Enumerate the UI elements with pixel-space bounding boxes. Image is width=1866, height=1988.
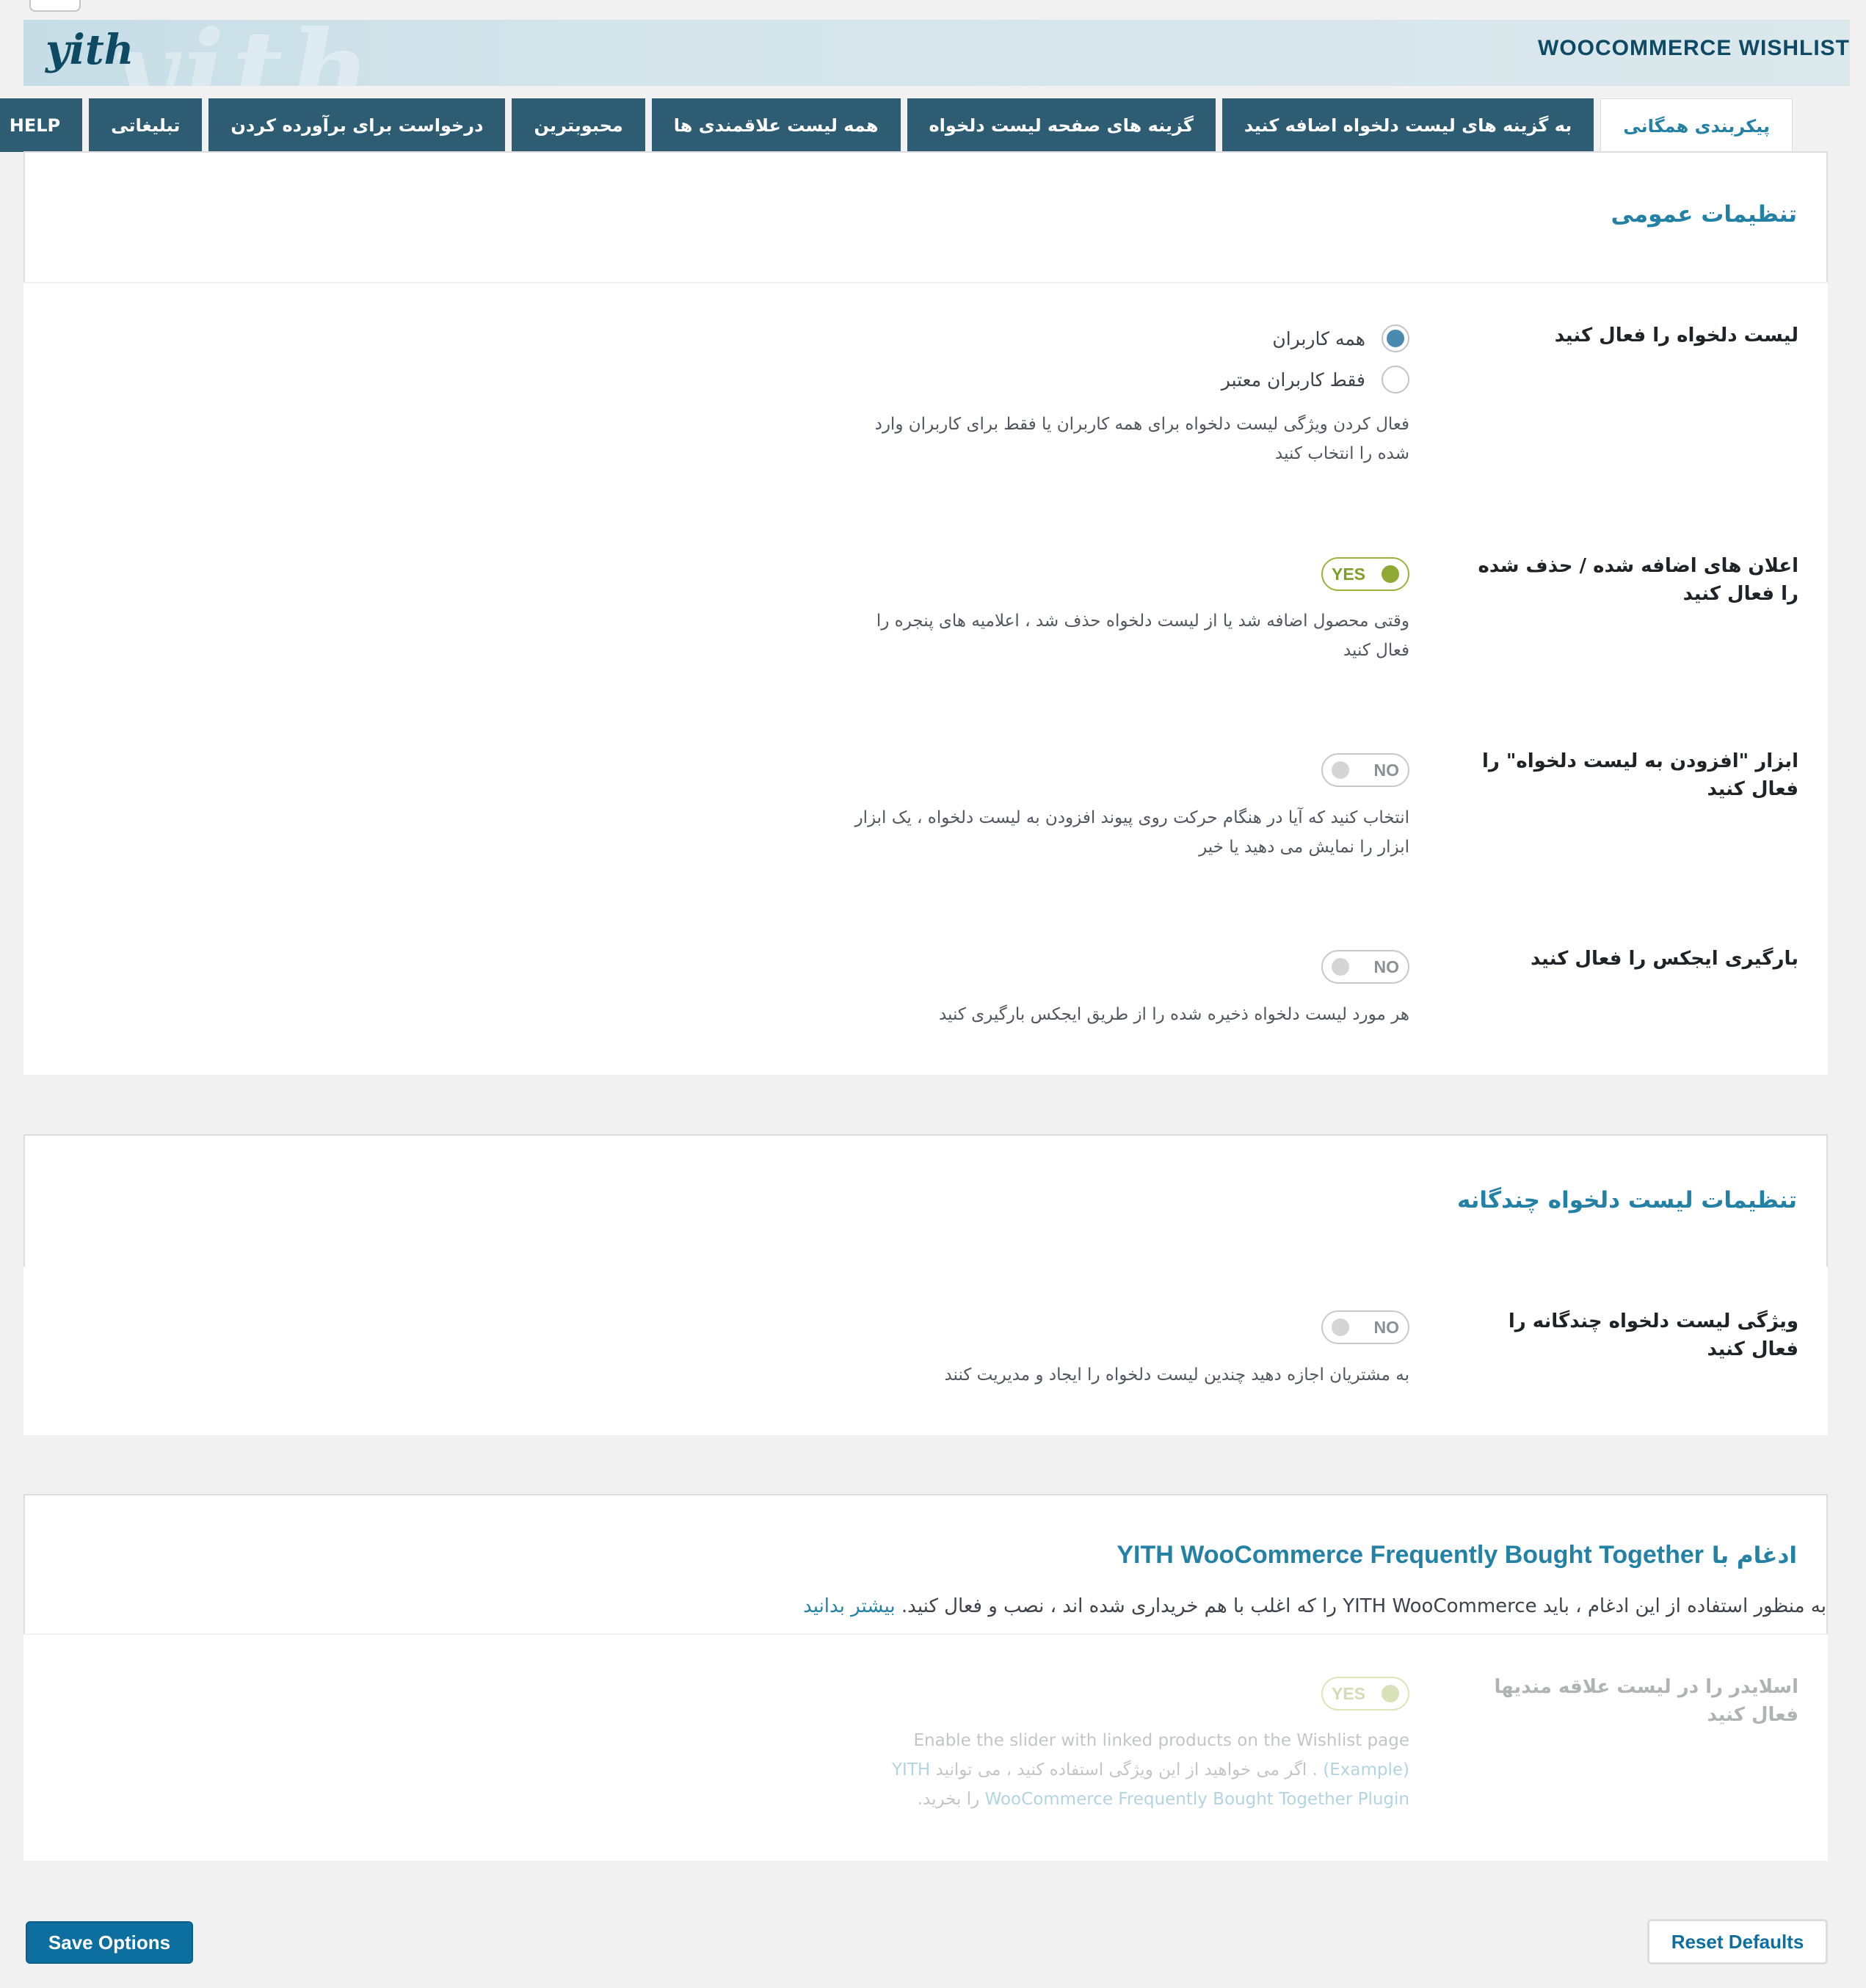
plugin-banner: yith yith WOOCOMMERCE WISHLIST [23,20,1850,86]
section-title-integration: ادغام با YITH WooCommerce Frequently Bou… [1117,1541,1797,1570]
radio-button-checked[interactable] [1382,324,1409,352]
example-link[interactable]: (Example) [1323,1760,1409,1780]
radio-logged-users[interactable]: فقط کاربران معتبر [1221,366,1409,393]
toggle-tooltip[interactable]: NO [1321,753,1409,787]
toggle-knob [1332,761,1349,779]
integration-panel: اسلایدر را در لیست علاقه مندیها فعال کنی… [23,1635,1828,1861]
toggle-knob [1332,1318,1349,1336]
general-settings-header: تنظیمات عمومی [23,151,1828,282]
toggle-knob [1382,565,1399,583]
save-options-button[interactable]: Save Options [26,1921,193,1964]
integration-title-prefix: ادغام با [1711,1542,1797,1569]
toggle-state: NO [1373,760,1400,780]
integration-intro-text: به منظور استفاده از این ادغام ، باید YIT… [901,1595,1826,1617]
tab-add-to-wishlist[interactable]: به گزینه های لیست دلخواه اضافه کنید [1221,98,1594,152]
desc-slider: Enable the slider with linked products o… [852,1726,1409,1814]
label-multi-wishlist: ویژگی لیست دلخواه چندگانه را فعال کنید [1508,1310,1798,1360]
toggle-knob [1332,958,1349,976]
radio-label-all-users: همه کاربران [1272,327,1365,349]
desc-notices: وقتی محصول اضافه شد یا از لیست دلخواه حذ… [876,612,1409,660]
integration-header: ادغام با YITH WooCommerce Frequently Bou… [23,1494,1828,1633]
tab-popular[interactable]: محبوبترین [512,98,645,152]
desc-tooltip: انتخاب کنید که آیا در هنگام حرکت روی پیو… [854,808,1409,857]
general-settings-panel: لیست دلخواه را فعال کنید همه کاربران فقط… [23,283,1828,1075]
toggle-knob [1382,1685,1399,1702]
toggle-multi-wishlist[interactable]: NO [1321,1310,1409,1344]
toggle-ajax[interactable]: NO [1321,950,1409,984]
toggle-slider[interactable]: YES [1321,1677,1409,1711]
banner-watermark: yith [112,20,378,86]
tab-all-wishlists[interactable]: همه لیست علاقمندی ها [651,98,901,152]
radio-all-users[interactable]: همه کاربران [1272,324,1409,352]
plugin-title: WOOCOMMERCE WISHLIST [1538,36,1850,60]
tab-general[interactable]: پیکربندی همگانی [1600,98,1793,153]
radio-label-logged-users: فقط کاربران معتبر [1221,369,1365,391]
toggle-state: YES [1332,1683,1366,1703]
label-ajax: بارگیری ایجکس را فعال کنید [1531,948,1798,970]
desc-enable-wishlist: فعال کردن ویژگی لیست دلخواه برای همه کار… [874,415,1409,463]
toggle-state: NO [1373,957,1400,976]
toggle-state: NO [1373,1317,1400,1337]
radio-button-unchecked[interactable] [1382,366,1409,393]
toggle-notices[interactable]: YES [1321,557,1409,591]
tab-promotion[interactable]: تبلیغاتی [89,98,203,152]
desc-slider-en: Enable the slider with linked products o… [913,1731,1409,1750]
tab-wishlist-page[interactable]: گزینه های صفحه لیست دلخواه [907,98,1216,152]
desc-ajax: هر مورد لیست دلخواه ذخیره شده را از طریق… [938,1005,1409,1024]
integration-title-plugin: YITH WooCommerce Frequently Bought Toget… [1117,1541,1705,1569]
label-notices: اعلان های اضافه شده / حذف شده را فعال کن… [1478,555,1798,605]
reset-defaults-button[interactable]: Reset Defaults [1647,1919,1828,1965]
label-slider: اسلایدر را در لیست علاقه مندیها فعال کنی… [1494,1676,1799,1726]
yith-logo: yith [46,26,134,74]
settings-tabs: پیکربندی همگانی به گزینه های لیست دلخواه… [0,98,1793,153]
tab-help[interactable]: HELP [0,98,83,152]
toggle-state: YES [1332,564,1366,584]
desc-multi-wishlist: به مشتریان اجازه دهید چندین لیست دلخواه … [944,1365,1409,1385]
tab-ask-estimate[interactable]: درخواست برای برآورده کردن [208,98,506,152]
desc-slider-fa: . اگر می خواهید از این ویژگی استفاده کنی… [935,1760,1318,1780]
section-title-multi: تنظیمات لیست دلخواه چندگانه [1456,1187,1797,1214]
integration-intro: به منظور استفاده از این ادغام ، باید YIT… [803,1595,1826,1617]
label-tooltip: ابزار "افزودن به لیست دلخواه" را فعال کن… [1481,750,1798,800]
desc-slider-end: را بخرید. [917,1790,980,1809]
label-enable-wishlist: لیست دلخواه را فعال کنید [1554,324,1798,347]
top-corner-control [29,0,81,12]
learn-more-link[interactable]: بیشتر بدانید [803,1595,896,1617]
section-title-general: تنظیمات عمومی [1611,201,1797,228]
multi-wishlist-header: تنظیمات لیست دلخواه چندگانه [23,1134,1828,1266]
multi-wishlist-panel: ویژگی لیست دلخواه چندگانه را فعال کنید N… [23,1266,1828,1435]
